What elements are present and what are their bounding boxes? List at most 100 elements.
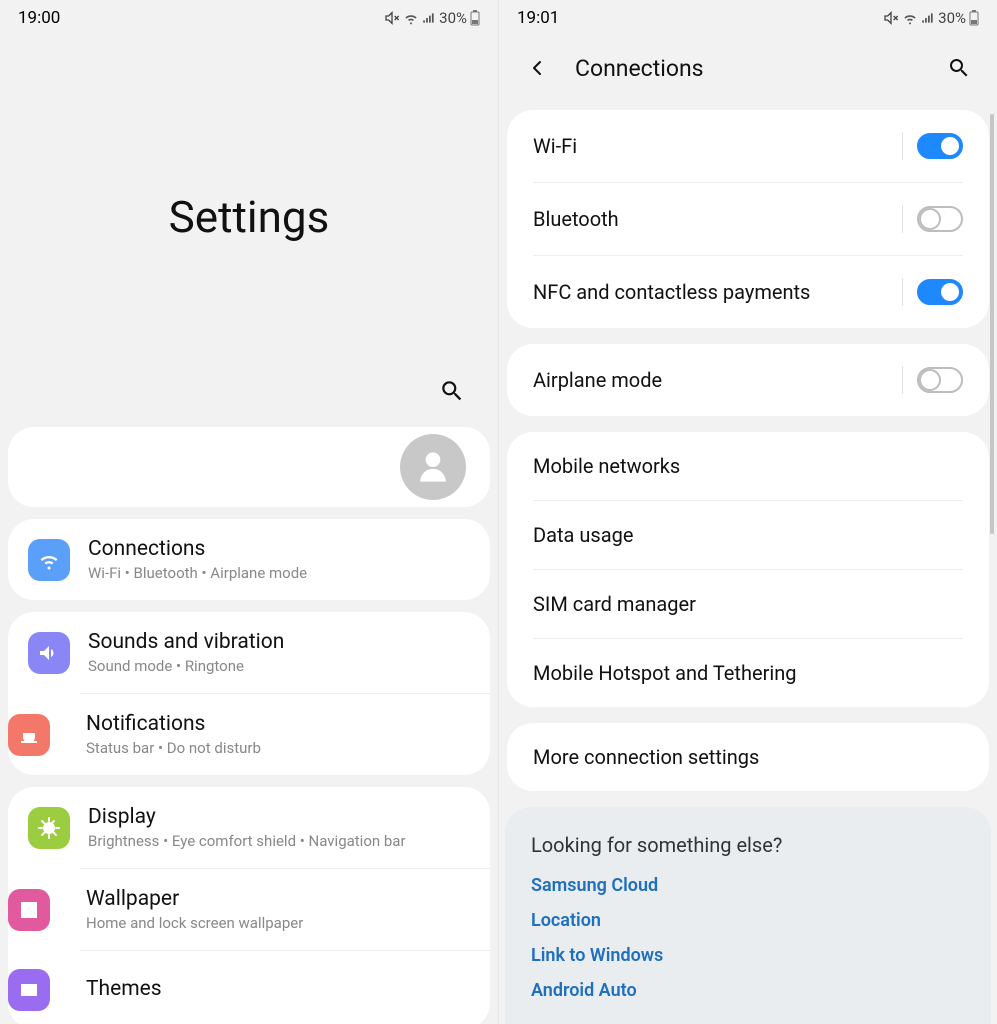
separator — [902, 366, 903, 394]
notifications-icon-badge — [8, 714, 50, 756]
connection-row-nfc-and-contactless-payments[interactable]: NFC and contactless payments — [533, 255, 963, 328]
status-icons: 30% — [384, 9, 480, 27]
back-button[interactable] — [517, 48, 557, 88]
themes-icon-badge — [8, 969, 50, 1011]
row-label: SIM card manager — [533, 592, 696, 616]
settings-group: Connections Wi-Fi • Bluetooth • Airplane… — [8, 519, 490, 600]
connections-pane: 19:01 30% Connections Wi-Fi Bluetooth NF… — [498, 0, 997, 1024]
display-icon — [37, 816, 61, 840]
battery-percent: 30% — [938, 9, 966, 27]
battery-percent: 30% — [439, 9, 467, 27]
status-icons: 30% — [883, 9, 979, 27]
wallpaper-icon — [17, 898, 41, 922]
status-time: 19:00 — [18, 8, 60, 28]
scrollbar-indicator[interactable] — [990, 114, 994, 534]
connection-group: Mobile networks Data usage SIM card manage… — [507, 432, 989, 707]
themes-icon — [17, 978, 41, 1002]
connections-list: Wi-Fi Bluetooth NFC and contactless paym… — [499, 100, 997, 1024]
row-label: More connection settings — [533, 745, 759, 769]
suggestions-title: Looking for something else? — [531, 833, 965, 857]
profile-card[interactable] — [8, 427, 490, 507]
mute-icon — [883, 10, 899, 26]
settings-item-wallpaper[interactable]: Wallpaper Home and lock screen wallpaper — [80, 868, 490, 950]
settings-item-subtitle: Status bar • Do not disturb — [86, 739, 261, 757]
suggestions-block: Looking for something else? Samsung Clou… — [505, 807, 991, 1024]
search-button[interactable] — [434, 373, 470, 409]
toggle-bluetooth[interactable] — [917, 206, 963, 232]
app-bar: Connections — [499, 36, 997, 100]
connection-group: Airplane mode — [507, 344, 989, 416]
connection-row-mobile-networks[interactable]: Mobile networks — [507, 432, 989, 500]
chevron-left-icon — [525, 56, 549, 80]
status-bar: 19:01 30% — [499, 0, 997, 36]
wallpaper-icon-badge — [8, 889, 50, 931]
settings-item-notifications[interactable]: Notifications Status bar • Do not distur… — [80, 693, 490, 775]
wifi-icon — [37, 548, 61, 572]
separator — [902, 205, 903, 233]
settings-item-subtitle: Home and lock screen wallpaper — [86, 914, 303, 932]
row-label: Bluetooth — [533, 207, 619, 231]
toggle-airplane-mode[interactable] — [917, 367, 963, 393]
battery-icon — [969, 10, 979, 26]
settings-item-title: Display — [88, 805, 406, 829]
avatar — [400, 434, 466, 500]
settings-item-display[interactable]: Display Brightness • Eye comfort shield … — [8, 787, 490, 868]
separator — [902, 278, 903, 306]
suggestion-link-android-auto[interactable]: Android Auto — [531, 980, 965, 1001]
row-label: Mobile networks — [533, 454, 680, 478]
app-bar-title: Connections — [575, 55, 921, 82]
row-label: Data usage — [533, 523, 633, 547]
display-icon-badge — [28, 807, 70, 849]
row-label: Mobile Hotspot and Tethering — [533, 661, 797, 685]
wifi-icon-badge — [28, 539, 70, 581]
wifi-status-icon — [902, 10, 918, 26]
search-icon — [439, 378, 465, 404]
settings-item-title: Sounds and vibration — [88, 630, 284, 654]
search-button[interactable] — [939, 48, 979, 88]
toggle-wi-fi[interactable] — [917, 133, 963, 159]
signal-icon — [921, 11, 935, 25]
settings-item-subtitle: Wi-Fi • Bluetooth • Airplane mode — [88, 564, 307, 582]
notifications-icon — [17, 723, 41, 747]
settings-item-subtitle: Sound mode • Ringtone — [88, 657, 284, 675]
settings-item-title: Connections — [88, 537, 307, 561]
status-time: 19:01 — [517, 8, 559, 28]
row-label: NFC and contactless payments — [533, 280, 810, 304]
mute-icon — [384, 10, 400, 26]
connection-row-wi-fi[interactable]: Wi-Fi — [507, 110, 989, 182]
suggestion-link-samsung-cloud[interactable]: Samsung Cloud — [531, 875, 965, 896]
sound-icon — [37, 641, 61, 665]
wifi-status-icon — [403, 10, 419, 26]
settings-group: Sounds and vibration Sound mode • Ringto… — [8, 612, 490, 775]
person-icon — [411, 445, 455, 489]
page-title: Settings — [0, 191, 498, 243]
toggle-nfc-and-contactless-payments[interactable] — [917, 279, 963, 305]
row-label: Wi-Fi — [533, 134, 577, 158]
connection-row-mobile-hotspot-and-tethering[interactable]: Mobile Hotspot and Tethering — [533, 638, 963, 707]
settings-item-title: Wallpaper — [86, 887, 303, 911]
settings-item-title: Themes — [86, 977, 162, 1001]
sound-icon-badge — [28, 632, 70, 674]
settings-item-connections[interactable]: Connections Wi-Fi • Bluetooth • Airplane… — [8, 519, 490, 600]
status-bar: 19:00 30% — [0, 0, 498, 36]
search-icon — [947, 56, 971, 80]
connection-row-more-connection-settings[interactable]: More connection settings — [507, 723, 989, 791]
battery-icon — [470, 10, 480, 26]
connection-row-bluetooth[interactable]: Bluetooth — [533, 182, 963, 255]
connection-group: More connection settings — [507, 723, 989, 791]
settings-item-subtitle: Brightness • Eye comfort shield • Naviga… — [88, 832, 406, 850]
suggestion-link-link-to-windows[interactable]: Link to Windows — [531, 945, 965, 966]
settings-root-pane: 19:00 30% Settings Connections Wi-Fi • B… — [0, 0, 498, 1024]
separator — [902, 132, 903, 160]
settings-item-sounds[interactable]: Sounds and vibration Sound mode • Ringto… — [8, 612, 490, 693]
row-label: Airplane mode — [533, 368, 662, 392]
connection-row-data-usage[interactable]: Data usage — [533, 500, 963, 569]
connection-group: Wi-Fi Bluetooth NFC and contactless paym… — [507, 110, 989, 328]
connection-row-sim-card-manager[interactable]: SIM card manager — [533, 569, 963, 638]
settings-item-title: Notifications — [86, 712, 261, 736]
settings-item-themes[interactable]: Themes — [80, 950, 490, 1024]
settings-group: Display Brightness • Eye comfort shield … — [8, 787, 490, 1024]
connection-row-airplane-mode[interactable]: Airplane mode — [507, 344, 989, 416]
signal-icon — [422, 11, 436, 25]
suggestion-link-location[interactable]: Location — [531, 910, 965, 931]
